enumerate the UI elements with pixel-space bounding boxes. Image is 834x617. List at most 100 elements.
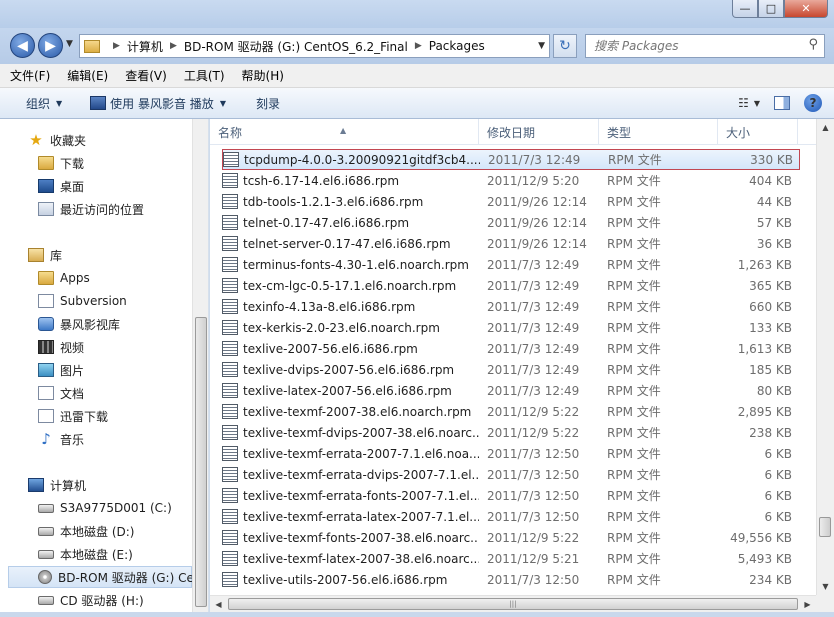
sidebar-item-apps[interactable]: Apps [38, 267, 90, 289]
menu-tools[interactable]: 工具(T) [184, 67, 225, 84]
file-row[interactable]: tdb-tools-1.2.1-3.el6.i686.rpm 2011/9/26 … [222, 191, 800, 212]
sidebar-item-subversion[interactable]: Subversion [38, 290, 127, 312]
scroll-right-icon[interactable]: ▶ [799, 596, 816, 612]
file-name-cell: texlive-latex-2007-56.el6.i686.rpm [222, 383, 479, 398]
scroll-thumb[interactable] [819, 517, 831, 537]
minimize-button[interactable]: — [732, 0, 758, 18]
file-row[interactable]: tex-cm-lgc-0.5-17.1.el6.noarch.rpm 2011/7… [222, 275, 800, 296]
maximize-button[interactable]: □ [758, 0, 784, 18]
file-row[interactable]: texlive-latex-2007-56.el6.i686.rpm 2011/7… [222, 380, 800, 401]
scroll-down-icon[interactable]: ▼ [817, 578, 834, 595]
sidebar-item-favorites[interactable]: ★ 收藏夹 [28, 129, 86, 151]
file-row[interactable]: tcsh-6.17-14.el6.i686.rpm 2011/12/9 5:20 R… [222, 170, 800, 191]
file-row[interactable]: telnet-0.17-47.el6.i686.rpm 2011/9/26 12:… [222, 212, 800, 233]
file-date: 2011/7/3 12:49 [487, 320, 580, 335]
nav-scroll-thumb[interactable] [195, 317, 207, 607]
change-view-icon[interactable]: ☷ [738, 96, 749, 110]
sidebar-item-label: 本地磁盘 (E:) [60, 547, 133, 562]
file-row[interactable]: texlive-texmf-dvips-2007-38.el6.noarc...… [222, 422, 800, 443]
vertical-scrollbar[interactable]: ▲ ▼ [816, 119, 834, 595]
baofeng-player-icon [90, 96, 107, 110]
column-header-size[interactable]: 大小 [718, 119, 798, 145]
file-type: RPM 文件 [607, 573, 661, 587]
sidebar-item-videos[interactable]: 视频 [38, 336, 84, 358]
column-header-date-modified[interactable]: 修改日期 [479, 119, 599, 145]
sidebar-item-bd-rom-drive[interactable]: BD-ROM 驱动器 (G:) Ce [8, 566, 194, 588]
back-button[interactable]: ◀ [10, 33, 35, 58]
file-name-cell: texlive-utils-2007-56.el6.i686.rpm [222, 572, 479, 587]
play-with-baofeng-button[interactable]: 使用 暴风影音 播放 ▼ [90, 95, 226, 112]
file-row[interactable]: texlive-texmf-errata-2007-7.1.el6.noa...… [222, 443, 800, 464]
scroll-left-icon[interactable]: ◀ [210, 596, 227, 612]
file-row[interactable]: texlive-texmf-errata-latex-2007-7.1.el..… [222, 506, 800, 527]
recent-pages-dropdown[interactable]: ▼ [66, 39, 73, 49]
file-row[interactable]: texlive-2007-56.el6.i686.rpm 2011/7/3 12:… [222, 338, 800, 359]
file-type: RPM 文件 [607, 279, 661, 293]
close-button[interactable]: ✕ [784, 0, 828, 18]
sidebar-item-drive-e[interactable]: 本地磁盘 (E:) [38, 543, 133, 565]
refresh-button[interactable]: ↻ [553, 34, 577, 58]
file-date: 2011/12/9 5:22 [487, 404, 580, 419]
search-box[interactable]: ⚲ [585, 34, 825, 58]
sidebar-item-baofeng-library[interactable]: 暴风影视库 [38, 313, 120, 335]
menu-help[interactable]: 帮助(H) [242, 67, 284, 84]
breadcrumb-chevron-icon[interactable]: ▶ [170, 41, 177, 51]
breadcrumb-chevron-icon[interactable]: ▶ [113, 41, 120, 51]
search-icon[interactable]: ⚲ [808, 37, 818, 52]
file-row[interactable]: texlive-texmf-2007-38.el6.noarch.rpm 2011… [222, 401, 800, 422]
file-row[interactable]: texlive-texmf-errata-dvips-2007-7.1.el..… [222, 464, 800, 485]
file-row[interactable]: texinfo-4.13a-8.el6.i686.rpm 2011/7/3 12:… [222, 296, 800, 317]
menu-file[interactable]: 文件(F) [10, 67, 50, 84]
help-button[interactable]: ? [804, 94, 822, 112]
file-type: RPM 文件 [607, 216, 661, 230]
sidebar-item-music[interactable]: ♪ 音乐 [38, 428, 84, 450]
file-row[interactable]: tex-kerkis-2.0-23.el6.noarch.rpm 2011/7/3… [222, 317, 800, 338]
file-row[interactable]: terminus-fonts-4.30-1.el6.noarch.rpm 2011… [222, 254, 800, 275]
sidebar-item-xunlei-downloads[interactable]: 迅雷下载 [38, 405, 108, 427]
file-row[interactable]: texlive-utils-2007-56.el6.i686.rpm 2011/7… [222, 569, 800, 590]
horizontal-scrollbar[interactable]: ◀ ||| ▶ [210, 595, 816, 612]
sidebar-item-drive-c[interactable]: S3A9775D001 (C:) [38, 497, 172, 519]
sidebar-item-pictures[interactable]: 图片 [38, 359, 84, 381]
preview-pane-icon[interactable] [774, 96, 790, 110]
column-header-name[interactable]: 名称 ▲ [210, 119, 479, 145]
sidebar-item-computer[interactable]: 计算机 [28, 474, 86, 496]
menu-view[interactable]: 查看(V) [125, 67, 167, 84]
search-input[interactable] [586, 35, 791, 57]
menu-edit[interactable]: 编辑(E) [67, 67, 108, 84]
rpm-file-icon [222, 509, 238, 524]
file-row[interactable]: texlive-texmf-errata-fonts-2007-7.1.el..… [222, 485, 800, 506]
file-row[interactable]: texlive-texmf-fonts-2007-38.el6.noarc...… [222, 527, 800, 548]
sidebar-item-downloads[interactable]: 下载 [38, 152, 84, 174]
breadcrumb-packages[interactable]: Packages [429, 39, 485, 53]
horizontal-scroll-thumb[interactable]: ||| [228, 598, 798, 610]
file-name-cell: texinfo-4.13a-8.el6.i686.rpm [222, 299, 479, 314]
column-header-type[interactable]: 类型 [599, 119, 718, 145]
breadcrumb-computer[interactable]: 计算机 [127, 38, 163, 55]
folder-icon [84, 39, 100, 53]
rpm-file-icon [222, 404, 238, 419]
sidebar-item-recent-places[interactable]: 最近访问的位置 [38, 198, 144, 220]
burn-button[interactable]: 刻录 [256, 95, 280, 112]
file-row[interactable]: tcpdump-4.0.0-3.20090921gitdf3cb4.... 201… [222, 149, 800, 170]
breadcrumb-bd-rom-drive[interactable]: BD-ROM 驱动器 (G:) CentOS_6.2_Final [184, 38, 408, 55]
organize-button[interactable]: 组织 ▼ [26, 95, 62, 112]
forward-button[interactable]: ▶ [38, 33, 63, 58]
address-dropdown-icon[interactable]: ▼ [538, 41, 545, 51]
file-row[interactable]: telnet-server-0.17-47.el6.i686.rpm 2011/9… [222, 233, 800, 254]
sidebar-item-libraries[interactable]: 库 [28, 244, 62, 266]
sidebar-item-cd-drive[interactable]: CD 驱动器 (H:) [38, 589, 144, 611]
address-bar[interactable]: ▶ 计算机 ▶ BD-ROM 驱动器 (G:) CentOS_6.2_Final… [79, 34, 550, 58]
nav-vertical-scrollbar[interactable] [192, 119, 208, 612]
view-options-chevron-icon[interactable]: ▼ [754, 99, 760, 108]
file-type: RPM 文件 [607, 552, 661, 566]
breadcrumb-chevron-icon[interactable]: ▶ [415, 41, 422, 51]
sidebar-item-desktop[interactable]: 桌面 [38, 175, 84, 197]
sidebar-item-drive-d[interactable]: 本地磁盘 (D:) [38, 520, 134, 542]
sidebar-item-documents[interactable]: 文档 [38, 382, 84, 404]
scroll-up-icon[interactable]: ▲ [817, 119, 834, 136]
rpm-file-icon [223, 152, 239, 167]
desktop-icon [38, 179, 54, 193]
file-row[interactable]: texlive-dvips-2007-56.el6.i686.rpm 2011/7… [222, 359, 800, 380]
file-row[interactable]: texlive-texmf-latex-2007-38.el6.noarc...… [222, 548, 800, 569]
